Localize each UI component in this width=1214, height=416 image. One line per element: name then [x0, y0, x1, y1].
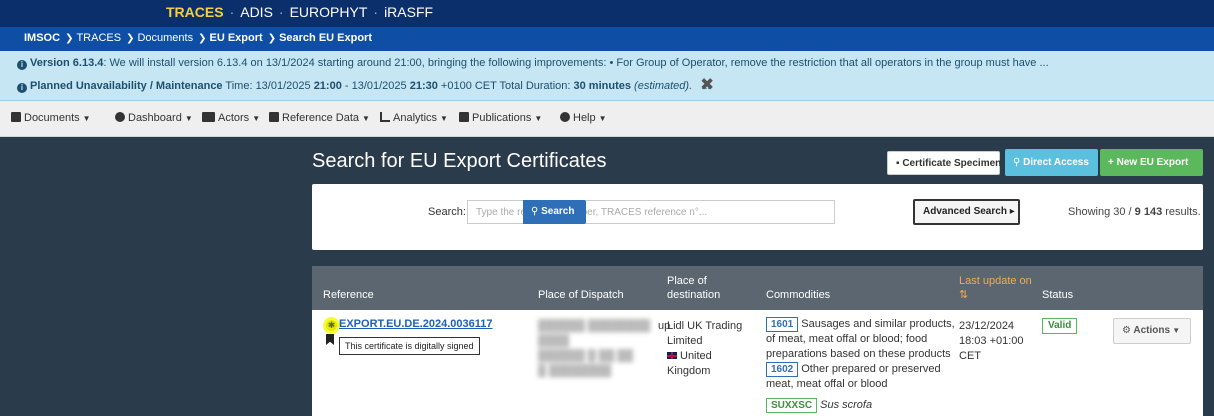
maintenance-notice: i Planned Unavailability / Maintenance Ti… — [17, 80, 710, 93]
menu-dashboard[interactable]: Dashboard ▼ — [115, 112, 193, 124]
search-icon: ⚲ — [531, 206, 542, 217]
close-icon[interactable]: ✖ — [700, 75, 714, 95]
commodities-cell: 1601 Sausages and similar products, of me… — [766, 317, 955, 413]
chevron-right-icon: ❯ — [126, 33, 135, 44]
column-commodities[interactable]: Commodities — [766, 289, 830, 301]
document-icon — [11, 112, 21, 122]
sidebar — [0, 137, 312, 416]
app-switcher: TRACES · ADIS · EUROPHYT · iRASFF — [166, 4, 434, 20]
menu-reference-data[interactable]: Reference Data ▼ — [269, 112, 370, 124]
caret-down-icon: ▼ — [1170, 326, 1181, 335]
column-last-update[interactable]: Last update on — [959, 275, 1032, 287]
gears-icon: ⚙ — [1122, 325, 1134, 336]
status-badge: Valid — [1042, 318, 1078, 334]
uk-flag-icon — [667, 352, 677, 359]
dashboard-icon — [115, 112, 125, 122]
id-card-icon — [202, 112, 215, 122]
species-code[interactable]: SUXXSC — [766, 398, 818, 413]
caret-down-icon: ▼ — [440, 114, 448, 123]
app-traces[interactable]: TRACES — [166, 4, 224, 20]
actions-dropdown-button[interactable]: ⚙ Actions ▼ — [1113, 318, 1191, 344]
maintenance-label: Planned Unavailability / Maintenance — [30, 80, 223, 92]
chevron-right-icon: ❯ — [198, 33, 207, 44]
destination-cell: Lidl UK Trading Limited United Kingdom — [667, 320, 743, 377]
chevron-right-icon: ❯ — [65, 33, 74, 44]
app-adis[interactable]: ADIS — [240, 4, 273, 20]
database-icon — [269, 112, 279, 122]
main-menu: Documents ▼ Dashboard ▼ Actors ▼ Reference … — [0, 101, 1214, 137]
newspaper-icon — [459, 112, 469, 122]
version-text: : We will install version 6.13.4 on 13/1… — [103, 57, 1049, 69]
app-europhyt[interactable]: EUROPHYT — [290, 4, 368, 20]
last-update-cell: 23/12/2024 18:03 +01:00 CET — [959, 320, 1024, 362]
breadcrumb: IMSOC ❯ TRACES ❯ Documents ❯ EU Export ❯ Search … — [0, 27, 1214, 51]
search-label: Search: — [428, 206, 466, 218]
caret-down-icon: ▼ — [184, 114, 193, 123]
top-app-bar: TRACES · ADIS · EUROPHYT · iRASFF — [0, 0, 1214, 27]
dispatch-redacted: ██████ ████████ ████ ██████ █ ██ ██ █ ████… — [538, 320, 651, 377]
breadcrumb-current: Search EU Export — [279, 32, 372, 44]
signature-icon[interactable]: ✱ — [326, 320, 337, 331]
menu-documents[interactable]: Documents ▼ — [11, 112, 91, 124]
menu-actors[interactable]: Actors ▼ — [202, 112, 260, 124]
caret-down-icon: ▼ — [534, 114, 543, 123]
reference-link[interactable]: EXPORT.EU.DE.2024.0036117 — [339, 318, 492, 330]
commodity-code[interactable]: 1602 — [766, 362, 799, 377]
breadcrumb-traces[interactable]: TRACES — [76, 32, 121, 44]
column-destination-line1[interactable]: Place of — [667, 275, 707, 287]
search-icon: ⚲ — [1013, 157, 1024, 168]
new-eu-export-button[interactable]: + New EU Export — [1100, 149, 1203, 176]
chevron-right-icon: ❯ — [267, 33, 277, 44]
line-chart-icon — [380, 112, 390, 122]
bookmark-icon[interactable] — [326, 334, 334, 345]
column-status[interactable]: Status — [1042, 289, 1073, 301]
version-label[interactable]: Version 6.13.4 — [30, 57, 103, 69]
menu-help[interactable]: Help ▼ — [560, 112, 607, 124]
page-title: Search for EU Export Certificates — [312, 150, 607, 172]
species-name: Sus scrofa — [820, 399, 873, 411]
caret-down-icon: ▼ — [362, 114, 370, 123]
version-notice: i Version 6.13.4: We will install version… — [17, 57, 1049, 70]
commodity-code[interactable]: 1601 — [766, 317, 799, 332]
breadcrumb-eu-export[interactable]: EU Export — [210, 32, 263, 44]
column-reference[interactable]: Reference — [323, 289, 374, 301]
search-button[interactable]: ⚲ Search — [523, 200, 586, 224]
advanced-search-button[interactable]: Advanced Search ▸ — [913, 199, 1020, 225]
menu-analytics[interactable]: Analytics ▼ — [380, 112, 448, 124]
results-table: Reference Place of Dispatch Place of des… — [312, 266, 1203, 416]
direct-access-button[interactable]: ⚲ Direct Access — [1005, 149, 1098, 176]
sort-icon[interactable]: ⇅ — [959, 288, 968, 301]
results-count: Showing 30 / 9 143 results. — [1068, 206, 1201, 218]
certificate-specimen-button[interactable]: ▪ Certificate Specimen — [887, 151, 1001, 175]
column-destination-line2[interactable]: destination — [667, 289, 720, 301]
signature-tooltip: This certificate is digitally signed — [339, 337, 480, 355]
table-header: Reference Place of Dispatch Place of des… — [312, 266, 1203, 310]
announcement-banner: i Version 6.13.4: We will install version… — [0, 51, 1214, 101]
info-icon: i — [17, 60, 27, 70]
caret-down-icon: ▼ — [252, 114, 261, 123]
breadcrumb-documents[interactable]: Documents — [137, 32, 193, 44]
app-irasff[interactable]: iRASFF — [384, 4, 433, 20]
breadcrumb-root[interactable]: IMSOC — [24, 32, 60, 44]
menu-publications[interactable]: Publications ▼ — [459, 112, 542, 124]
reference-cell: ✱ EXPORT.EU.DE.2024.0036117 — [326, 317, 492, 332]
column-dispatch[interactable]: Place of Dispatch — [538, 289, 624, 301]
caret-down-icon: ▼ — [598, 114, 607, 123]
help-icon — [560, 112, 570, 122]
info-icon: i — [17, 83, 27, 93]
caret-down-icon: ▼ — [82, 114, 91, 123]
